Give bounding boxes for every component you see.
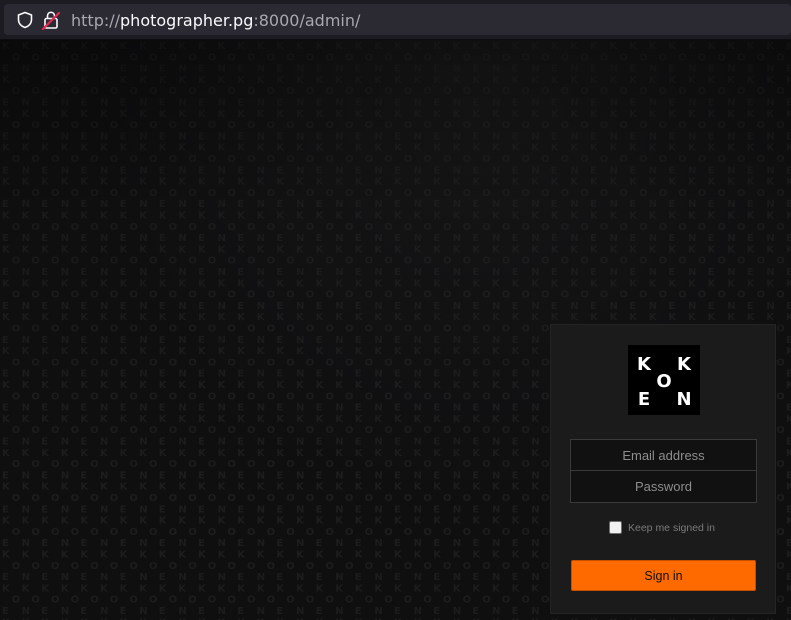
url-scheme: http:// xyxy=(71,11,121,30)
browser-toolbar: http://photographer.pg:8000/admin/ xyxy=(0,0,791,40)
insecure-lock-icon[interactable] xyxy=(42,10,60,30)
logo-letter: E xyxy=(638,389,650,410)
page-background: KKKKKKKKKKKKKKKKKKKKKKKKKKKKKKKKKKKKKKKK… xyxy=(0,40,791,620)
url-host: photographer.pg xyxy=(120,11,254,30)
login-fields xyxy=(570,439,757,503)
url-path: :8000/admin/ xyxy=(253,11,361,30)
remember-checkbox[interactable] xyxy=(609,521,622,534)
signin-button[interactable]: Sign in xyxy=(571,560,756,591)
logo-letter: N xyxy=(676,389,691,410)
address-bar[interactable]: http://photographer.pg:8000/admin/ xyxy=(4,4,791,35)
url-text[interactable]: http://photographer.pg:8000/admin/ xyxy=(71,11,360,30)
logo-letter: K xyxy=(637,354,652,375)
email-input[interactable] xyxy=(571,440,756,471)
koken-logo: K K O E N xyxy=(628,345,700,415)
password-input[interactable] xyxy=(571,471,756,502)
logo-letter: K xyxy=(677,354,692,375)
shield-icon[interactable] xyxy=(16,11,34,29)
remember-label[interactable]: Keep me signed in xyxy=(628,522,715,534)
logo-letter: O xyxy=(656,371,671,392)
login-panel: K K O E N Keep me signed in Sign in xyxy=(550,324,776,614)
remember-me[interactable]: Keep me signed in xyxy=(609,520,715,535)
